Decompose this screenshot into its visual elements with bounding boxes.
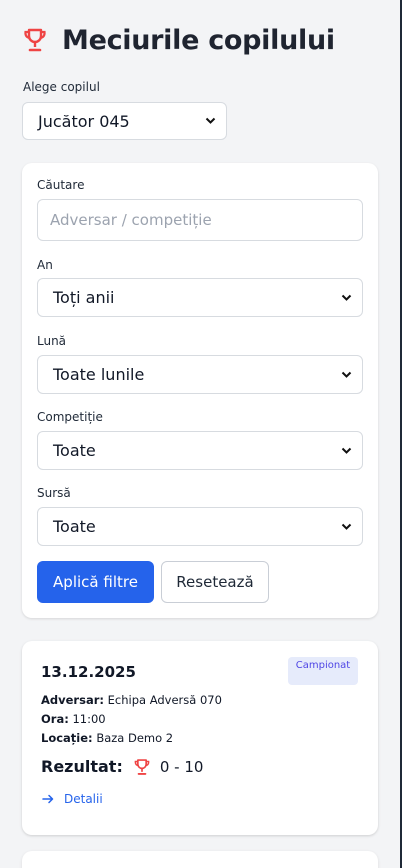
search-label: Căutare [37,178,85,192]
apply-filters-button[interactable]: Aplică filtre [37,561,154,603]
competition-badge: Campionat [288,657,358,685]
chevron-down-icon [341,447,352,454]
page-title: Meciurile copilului [62,24,335,56]
chevron-down-icon [205,117,216,124]
opponent-line: Adversar: Echipa Adversă 070 [41,693,222,707]
time-value: 11:00 [72,712,106,726]
opponent-label: Adversar: [41,693,104,707]
location-label: Locație: [41,731,93,745]
source-label: Sursă [37,486,71,500]
opponent-value: Echipa Adversă 070 [107,693,222,707]
match-card-next [22,851,378,868]
chevron-down-icon [341,294,352,301]
reset-filters-button[interactable]: Resetează [161,561,269,603]
competition-label: Competiție [37,410,103,424]
match-date: 13.12.2025 [41,663,136,681]
year-label: An [37,258,53,272]
time-label: Ora: [41,712,69,726]
page: Meciurile copilului Alege copilul Jucăto… [0,0,402,868]
source-select-value: Toate [53,517,96,536]
chevron-down-icon [341,371,352,378]
competition-select-value: Toate [53,441,96,460]
match-card: 13.12.2025 Campionat Adversar: Echipa Ad… [22,641,378,835]
child-select-label: Alege copilul [23,80,100,94]
result-row: Rezultat: 0 - 10 [41,757,203,776]
details-link[interactable]: Detalii [42,792,103,806]
result-label: Rezultat: [41,757,123,776]
month-select-value: Toate lunile [53,365,145,384]
month-select[interactable]: Toate lunile [37,355,363,394]
search-input[interactable]: Adversar / competiție [37,199,363,241]
trophy-icon [24,28,46,52]
year-select[interactable]: Toți anii [37,278,363,317]
source-select[interactable]: Toate [37,507,363,546]
match-score: 0 - 10 [159,757,204,776]
competition-select[interactable]: Toate [37,431,363,470]
child-select-value: Jucător 045 [38,111,130,131]
trophy-icon [134,758,150,775]
location-line: Locație: Baza Demo 2 [41,731,173,745]
time-line: Ora: 11:00 [41,712,106,726]
details-link-label: Detalii [64,792,103,806]
month-label: Lună [37,334,67,348]
child-select[interactable]: Jucător 045 [22,102,227,140]
chevron-down-icon [341,523,352,530]
filters-card: Căutare Adversar / competiție An Toți an… [22,163,378,618]
arrow-right-icon [42,794,54,804]
location-value: Baza Demo 2 [96,731,174,745]
search-placeholder: Adversar / competiție [50,211,212,229]
year-select-value: Toți anii [53,288,115,307]
page-header: Meciurile copilului [22,22,335,58]
